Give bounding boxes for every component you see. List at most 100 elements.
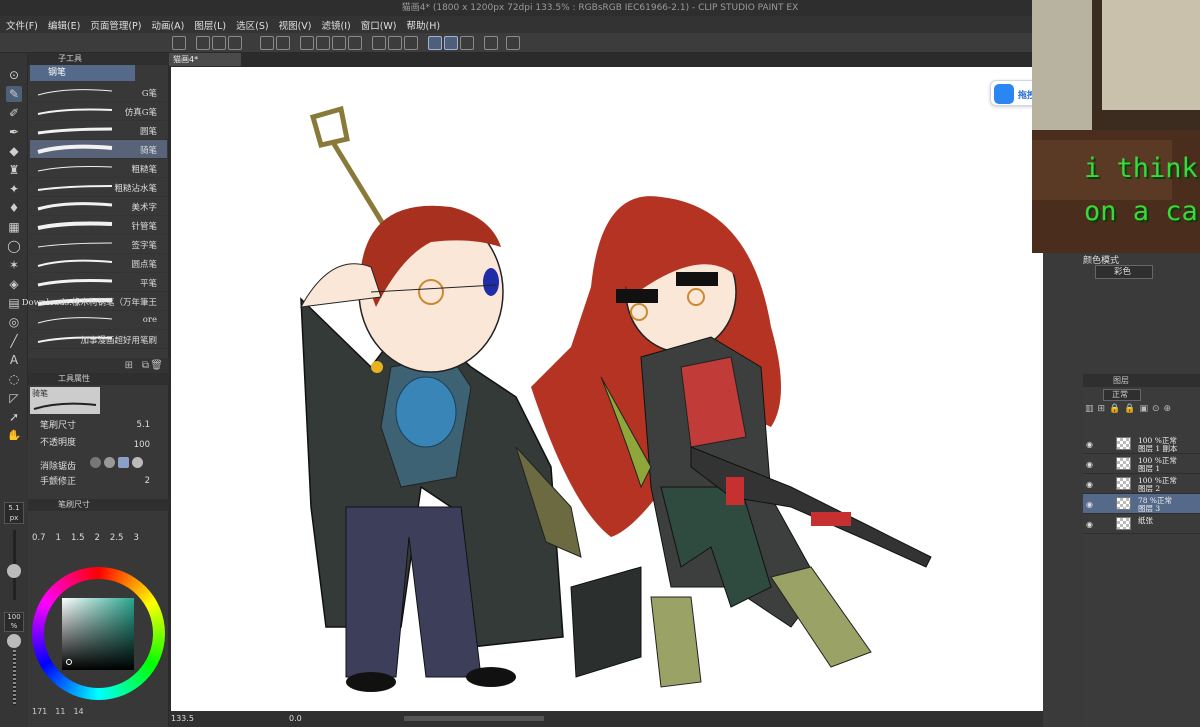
layer-row[interactable]: ◉ 纸张 [1083,514,1200,534]
stabilization-value[interactable]: 2 [145,476,150,486]
menu-view[interactable]: 视图(V) [279,18,312,32]
brush-item[interactable]: 针管笔 [30,216,167,235]
menu-filter[interactable]: 滤镜(I) [321,18,350,32]
brush-size-option[interactable]: 2 [94,533,99,543]
delete-subtool-icon[interactable]: 🗑 [150,360,163,371]
subtool-group[interactable]: 钢笔 [30,65,135,81]
fill-icon[interactable] [316,36,330,50]
transform-icon[interactable] [332,36,346,50]
menu-page[interactable]: 页面管理(P) [90,18,141,32]
eye-icon[interactable]: ◉ [1086,460,1093,469]
menu-select[interactable]: 选区(S) [236,18,268,32]
select-all-icon[interactable] [372,36,386,50]
snap-grid-icon[interactable] [460,36,474,50]
brush-size-option[interactable]: 3 [133,533,138,543]
brush-size-value[interactable]: 5.1 [136,420,150,430]
magic-wand-icon[interactable]: ✶ [6,257,22,273]
open-file-icon[interactable] [212,36,226,50]
menu-window[interactable]: 窗口(W) [361,18,397,32]
zoom-value[interactable]: 133.5 [171,714,194,723]
brush-item[interactable]: 美术字 [30,197,167,216]
move-tool-icon[interactable]: ➚ [6,409,22,425]
layer-row[interactable]: ◉ 100 %正常 图层 2 [1083,474,1200,494]
rotation-value[interactable]: 0.0 [289,714,302,723]
color-mode-select[interactable]: 彩色 [1095,265,1153,279]
layer-row[interactable]: ◉ 100 %正常 图层 1 副本 [1083,434,1200,454]
add-subtool-icon[interactable]: ⊞ [125,360,133,371]
antialias-none[interactable] [90,457,101,468]
antialias-weak[interactable] [104,457,115,468]
menu-file[interactable]: 文件(F) [6,18,38,32]
eye-icon[interactable]: ◉ [1086,440,1093,449]
line-tool-icon[interactable]: ╱ [6,333,22,349]
clear-icon[interactable] [300,36,314,50]
zoom-icon[interactable]: ⊙ [6,67,22,83]
eraser-tool-icon[interactable]: ◆ [6,143,22,159]
menu-edit[interactable]: 编辑(E) [48,18,80,32]
color-picker-cursor[interactable] [66,659,72,665]
antialias-strong[interactable] [132,457,143,468]
brush-item[interactable]: Downloads:橡木柯钢笔（万年筆王 [22,292,167,311]
layer-tab[interactable]: 图层 [1083,374,1200,387]
brush-item[interactable]: 粗糙沾水笔 [30,178,167,197]
deselect-icon[interactable] [348,36,362,50]
horizontal-scrollbar[interactable] [404,716,544,721]
menu-animation[interactable]: 动画(A) [151,18,184,32]
opacity-slider-track[interactable] [13,650,16,705]
brush-item[interactable]: 仿真G笔 [30,102,167,121]
brush-item[interactable]: 加事漫画超好用笔刷 [30,330,167,349]
brush-item[interactable]: 圆点笔 [30,254,167,273]
brush-tool-icon[interactable]: ✒ [6,124,22,140]
opacity-slider-handle[interactable] [7,634,21,648]
snap-ruler-icon[interactable] [428,36,442,50]
pencil-tool-icon[interactable]: ✐ [6,105,22,121]
size-slider-handle[interactable] [7,564,21,578]
redo-icon[interactable] [276,36,290,50]
mesh-tool-icon[interactable]: ▦ [6,219,22,235]
crop-icon[interactable] [404,36,418,50]
brush-item[interactable]: 签字笔 [30,235,167,254]
settings-icon[interactable] [484,36,498,50]
lasso-tool-icon[interactable]: ◯ [6,238,22,254]
menu-help[interactable]: 帮助(H) [407,18,441,32]
layer-row[interactable]: ◉ 78 %正常 图层 3 [1083,494,1200,514]
brush-item[interactable]: 圆笔 [30,121,167,140]
clip-studio-icon[interactable] [172,36,186,50]
menu-layer[interactable]: 图层(L) [194,18,226,32]
brush-item[interactable]: 粗糙笔 [30,159,167,178]
blend-tool-icon[interactable]: ♦ [6,200,22,216]
tool-property-tab[interactable]: 工具属性 [28,373,169,385]
undo-icon[interactable] [260,36,274,50]
antialias-medium[interactable] [118,457,129,468]
eye-icon[interactable]: ◉ [1086,480,1093,489]
layer-row[interactable]: ◉ 100 %正常 图层 1 [1083,454,1200,474]
blend-mode-select[interactable]: 正常 [1103,389,1141,401]
brush-item[interactable]: ore [30,311,167,330]
new-file-icon[interactable] [196,36,210,50]
help-icon[interactable] [506,36,520,50]
gradient-tool-icon[interactable]: ▤ [6,295,22,311]
balloon-tool-icon[interactable]: ◌ [6,371,22,387]
text-tool-icon[interactable]: A [6,352,22,368]
fill-tool-icon[interactable]: ◈ [6,276,22,292]
copy-subtool-icon[interactable]: ⧉ [142,360,149,371]
eye-icon[interactable]: ◉ [1086,500,1093,509]
brush-size-tab[interactable]: 笔刷尺寸 [28,499,169,511]
figure-tool-icon[interactable]: ◎ [6,314,22,330]
document-tab[interactable]: 猫画4* [169,53,241,66]
eye-icon[interactable]: ◉ [1086,520,1093,529]
drawing-canvas[interactable]: 拖拽至此上传 [171,67,1080,712]
airbrush-tool-icon[interactable]: ♜ [6,162,22,178]
brush-size-option[interactable]: 0.7 [32,533,46,543]
pen-tool-icon[interactable]: ✎ [6,86,22,102]
decoration-tool-icon[interactable]: ✦ [6,181,22,197]
snap-special-ruler-icon[interactable] [444,36,458,50]
brush-size-option[interactable]: 1 [56,533,61,543]
frame-tool-icon[interactable]: ◸ [6,390,22,406]
save-icon[interactable] [228,36,242,50]
subtool-tab[interactable]: 子工具 [28,53,169,65]
brush-item[interactable]: 骑笔 [30,140,167,159]
brush-size-option[interactable]: 1.5 [71,533,85,543]
brush-item[interactable]: G笔 [30,83,167,102]
invert-selection-icon[interactable] [388,36,402,50]
